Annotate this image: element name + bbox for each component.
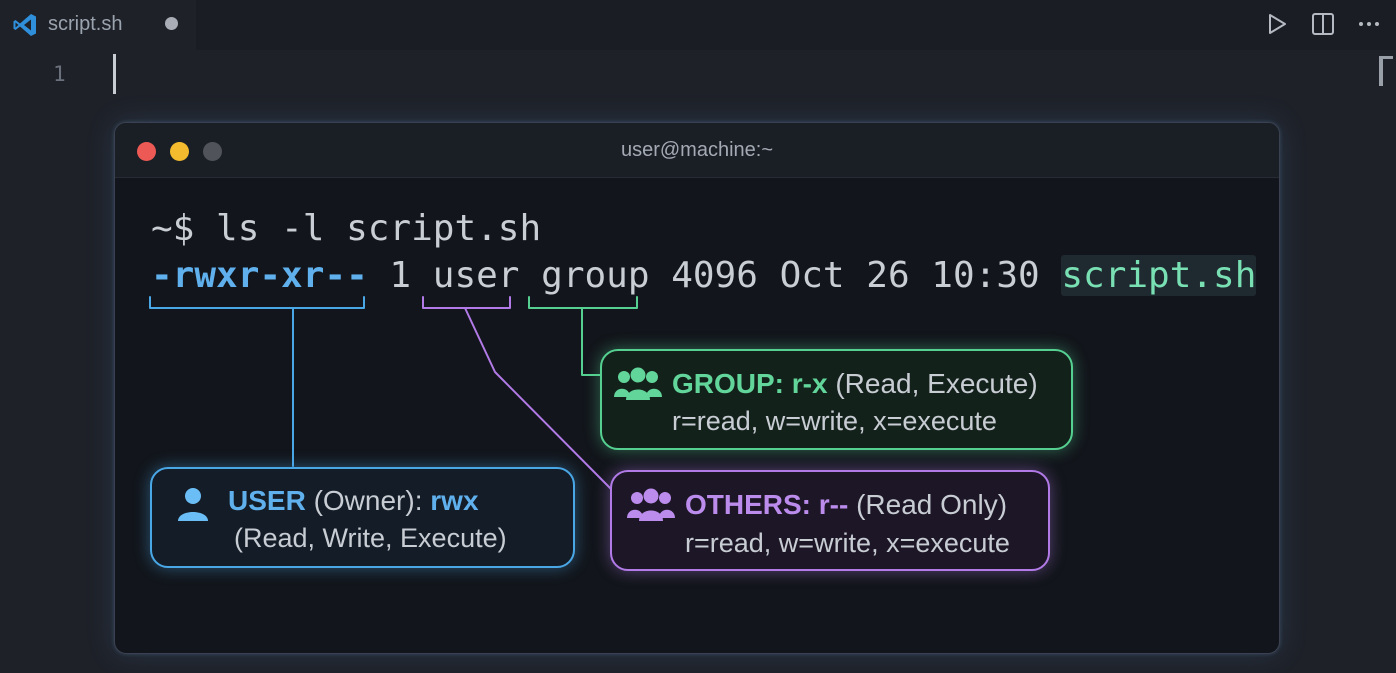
others-group-icon	[627, 488, 675, 521]
group-permissions-callout: GROUP: r-x (Read, Execute) r=read, w=wri…	[600, 349, 1073, 450]
group-label: GROUP:	[672, 368, 792, 399]
user-icon	[178, 488, 208, 521]
others-label: OTHERS:	[685, 489, 819, 520]
others-perms: r--	[818, 489, 849, 520]
user-bracket	[149, 296, 365, 467]
owner-bracket	[422, 296, 613, 491]
user-detail: (Read, Write, Execute)	[234, 523, 507, 553]
group-icon	[614, 367, 662, 400]
callout-connectors	[149, 296, 638, 491]
group-detail: (Read, Execute)	[827, 368, 1038, 399]
group-perms: r-x	[791, 368, 828, 399]
user-role: (Owner):	[305, 485, 431, 516]
others-permissions-callout: OTHERS: r-- (Read Only) r=read, w=write,…	[610, 470, 1050, 571]
group-legend: r=read, w=write, x=execute	[672, 406, 997, 436]
user-permissions-callout: USER (Owner): rwx (Read, Write, Execute)	[150, 467, 575, 568]
others-detail: (Read Only)	[848, 489, 1008, 520]
user-perms: rwx	[430, 485, 479, 516]
user-label: USER	[228, 485, 306, 516]
others-legend: r=read, w=write, x=execute	[685, 528, 1010, 558]
